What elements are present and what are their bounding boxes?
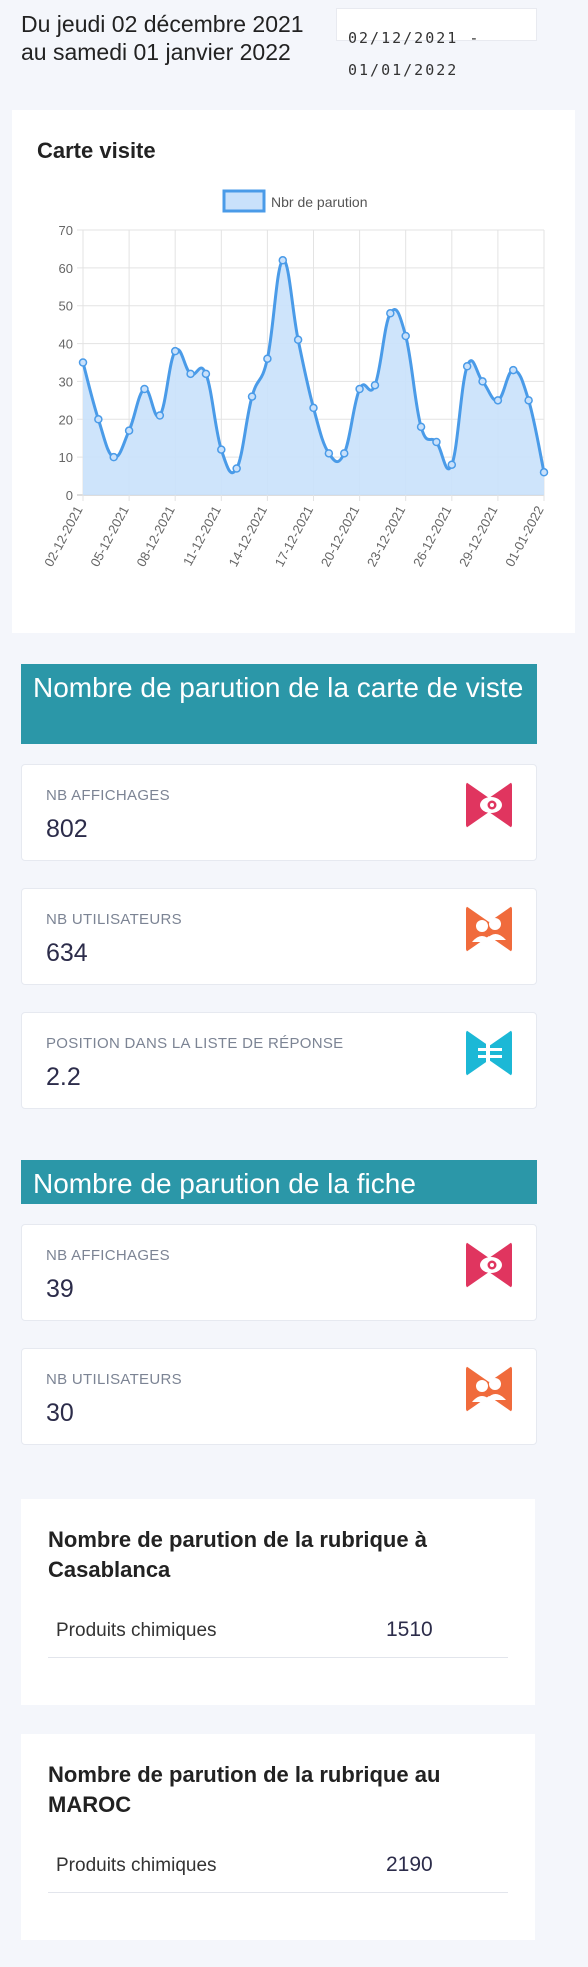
data-point — [78, 358, 88, 367]
stat-value: 30 — [46, 1399, 74, 1427]
rubrique-name: Produits chimiques — [56, 1855, 217, 1876]
data-point — [524, 396, 533, 405]
data-point — [416, 422, 426, 432]
rubrique-count: 2190 — [386, 1853, 433, 1876]
data-point — [478, 377, 487, 386]
stat-card-position: POSITION DANS LA LISTE DE RÉPONSE 2.2 — [21, 1012, 537, 1109]
data-point — [293, 335, 303, 345]
stat-label: NB UTILISATEURS — [46, 1371, 182, 1388]
rubrique-title: Nombre de parution de la rubrique au MAR… — [48, 1762, 441, 1817]
data-point — [278, 256, 288, 265]
data-point — [186, 369, 195, 379]
data-point — [247, 392, 257, 401]
stat-value: 2.2 — [46, 1063, 81, 1091]
data-point — [94, 415, 103, 424]
x-tick-label: 11-12-2021 — [180, 503, 224, 568]
stat-value: 802 — [46, 815, 88, 843]
data-point — [509, 365, 518, 375]
eye-icon — [466, 782, 512, 828]
section-title-carte: Nombre de parution de la carte de viste — [21, 664, 537, 744]
stat-value: 39 — [46, 1275, 74, 1303]
x-tick-label: 08-12-2021 — [133, 503, 177, 569]
y-tick-label: 20 — [59, 412, 73, 427]
eye-icon — [466, 1242, 512, 1288]
x-tick-label: 02-12-2021 — [41, 503, 85, 569]
data-point — [432, 437, 441, 447]
x-tick-label: 26-12-2021 — [410, 503, 454, 569]
x-tick-label: 14-12-2021 — [226, 503, 270, 569]
data-point — [386, 309, 395, 318]
rubrique-card-maroc: Nombre de parution de la rubrique au MAR… — [21, 1734, 535, 1940]
rubrique-name: Produits chimiques — [56, 1620, 217, 1641]
x-tick-label: 29-12-2021 — [456, 503, 500, 569]
rubrique-title: Nombre de parution de la rubrique à Casa… — [48, 1527, 427, 1582]
legend-label: Nbr de parution — [271, 194, 368, 210]
data-point — [493, 396, 503, 405]
date-range-value[interactable]: 02/12/2021 - 01/01/2022 — [348, 22, 528, 86]
data-point — [263, 354, 272, 363]
legend-swatch — [222, 189, 266, 213]
data-point — [401, 331, 410, 341]
visits-chart: 0 10 20 30 40 50 60 70 02-12-2021 05-12-2021 08-12… — [41, 189, 549, 569]
data-point — [201, 369, 211, 379]
stat-card-affichages: NB AFFICHAGES 802 — [21, 764, 537, 861]
y-tick-label: 40 — [59, 337, 73, 352]
x-tick-label: 20-12-2021 — [318, 503, 362, 569]
data-point — [339, 449, 349, 458]
x-tick-label: 23-12-2021 — [364, 503, 408, 569]
data-point — [155, 411, 165, 420]
data-point — [539, 468, 549, 477]
data-point — [232, 464, 241, 473]
data-point — [309, 403, 318, 413]
rubrique-count: 1510 — [386, 1618, 433, 1641]
period-text: Du jeudi 02 décembre 2021 au samedi 01 j… — [21, 11, 304, 65]
y-tick-label: 50 — [59, 299, 73, 314]
table-row: Produits chimiques 1510 — [48, 1610, 508, 1658]
data-point — [140, 384, 149, 394]
y-tick-label: 10 — [59, 450, 73, 465]
stat-label: POSITION DANS LA LISTE DE RÉPONSE — [46, 1035, 344, 1052]
stat-card-fiche-affichages: NB AFFICHAGES 39 — [21, 1224, 537, 1321]
x-tick-label: 17-12-2021 — [272, 503, 316, 569]
x-tick-label: 05-12-2021 — [87, 503, 131, 569]
data-point — [124, 426, 134, 435]
stat-label: NB UTILISATEURS — [46, 911, 182, 928]
data-point — [109, 452, 118, 462]
rubrique-card-casablanca: Nombre de parution de la rubrique à Casa… — [21, 1499, 535, 1705]
y-tick-label: 30 — [59, 374, 73, 389]
x-tick-label: 01-01-2022 — [502, 503, 546, 569]
data-point — [447, 460, 457, 469]
chart-card: Carte visite 0 10 20 30 40 50 60 70 02-12-2021 05… — [12, 110, 575, 633]
stat-label: NB AFFICHAGES — [46, 787, 170, 804]
data-point — [370, 380, 380, 390]
stat-label: NB AFFICHAGES — [46, 1247, 170, 1264]
data-point — [170, 346, 180, 356]
data-point — [462, 362, 472, 371]
y-tick-label: 70 — [59, 223, 73, 238]
users-icon — [466, 906, 512, 952]
data-point — [217, 445, 226, 454]
section-title-fiche: Nombre de parution de la fiche — [21, 1160, 537, 1204]
table-row: Produits chimiques 2190 — [48, 1845, 508, 1893]
stat-card-fiche-utilisateurs: NB UTILISATEURS 30 — [21, 1348, 537, 1445]
stat-value: 634 — [46, 939, 88, 967]
data-point — [355, 384, 364, 394]
users-icon — [466, 1366, 512, 1412]
list-position-icon — [466, 1030, 512, 1076]
stat-card-utilisateurs: NB UTILISATEURS 634 — [21, 888, 537, 985]
y-tick-label: 0 — [66, 488, 73, 503]
data-point — [324, 449, 334, 458]
y-tick-label: 60 — [59, 261, 73, 276]
